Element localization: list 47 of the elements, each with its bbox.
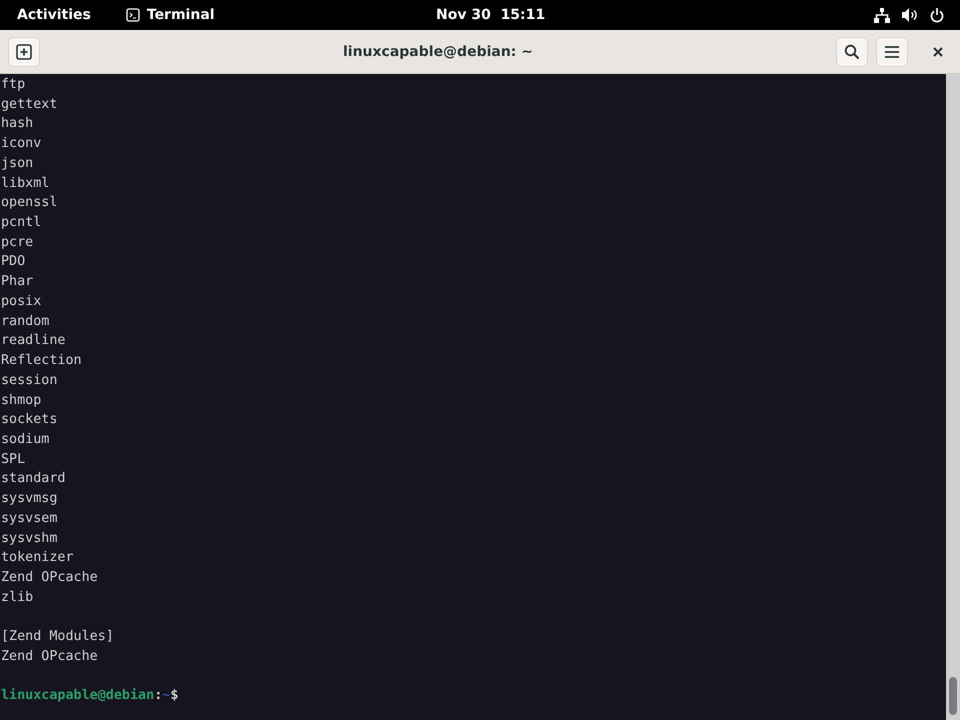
output-line: sodium [0, 430, 50, 449]
window-title: linuxcapable@debian: ~ [342, 44, 534, 60]
search-button[interactable] [836, 36, 868, 66]
output-line: openssl [0, 194, 58, 212]
output-line: zlib [0, 588, 34, 607]
output-line: PDO [0, 253, 26, 272]
volume-icon[interactable] [902, 8, 918, 22]
scrollbar[interactable] [946, 74, 960, 720]
shell-prompt: linuxcapable@debian:~$ [0, 687, 180, 706]
output-line: libxml [0, 174, 50, 193]
clock[interactable]: Nov 30 15:11 [436, 7, 546, 23]
output-line: iconv [0, 135, 42, 154]
new-tab-button[interactable] [8, 36, 40, 66]
output-line: Phar [0, 273, 34, 292]
output-line: Reflection [0, 352, 83, 370]
output-line: session [0, 372, 58, 390]
output-line: tokenizer [0, 549, 75, 568]
search-icon [844, 44, 860, 60]
output-line: sysvshm [0, 530, 58, 548]
output-line: readline [0, 332, 66, 350]
output-line: shmop [0, 392, 42, 410]
output-line: gettext [0, 96, 58, 114]
output-line: sysvmsg [0, 490, 58, 508]
terminal-icon [126, 8, 140, 22]
output-line: standard [0, 470, 66, 488]
output-line: pcre [0, 234, 34, 252]
output-line: sysvsem [0, 510, 58, 528]
output-line: posix [0, 292, 42, 311]
plus-icon [16, 44, 32, 60]
output-line: Zend OPcache [0, 648, 99, 666]
output-line: SPL [0, 450, 26, 469]
scrollbar-thumb[interactable] [949, 677, 957, 715]
output-line: pcntl [0, 214, 42, 232]
output-line: [Zend Modules] [0, 628, 115, 646]
menu-icon [885, 46, 899, 58]
output-line: hash [0, 115, 34, 134]
output-line: random [0, 312, 50, 331]
activities-button[interactable]: Activities [17, 7, 91, 23]
output-line: sockets [0, 411, 58, 430]
output-line: json [0, 154, 34, 173]
network-icon[interactable] [874, 8, 890, 22]
output-line: ftp [0, 76, 26, 94]
close-icon [933, 46, 943, 56]
menu-button[interactable] [876, 36, 908, 66]
power-icon[interactable] [930, 8, 944, 22]
output-line: Zend OPcache [0, 568, 99, 587]
app-menu[interactable]: Terminal [126, 7, 215, 23]
